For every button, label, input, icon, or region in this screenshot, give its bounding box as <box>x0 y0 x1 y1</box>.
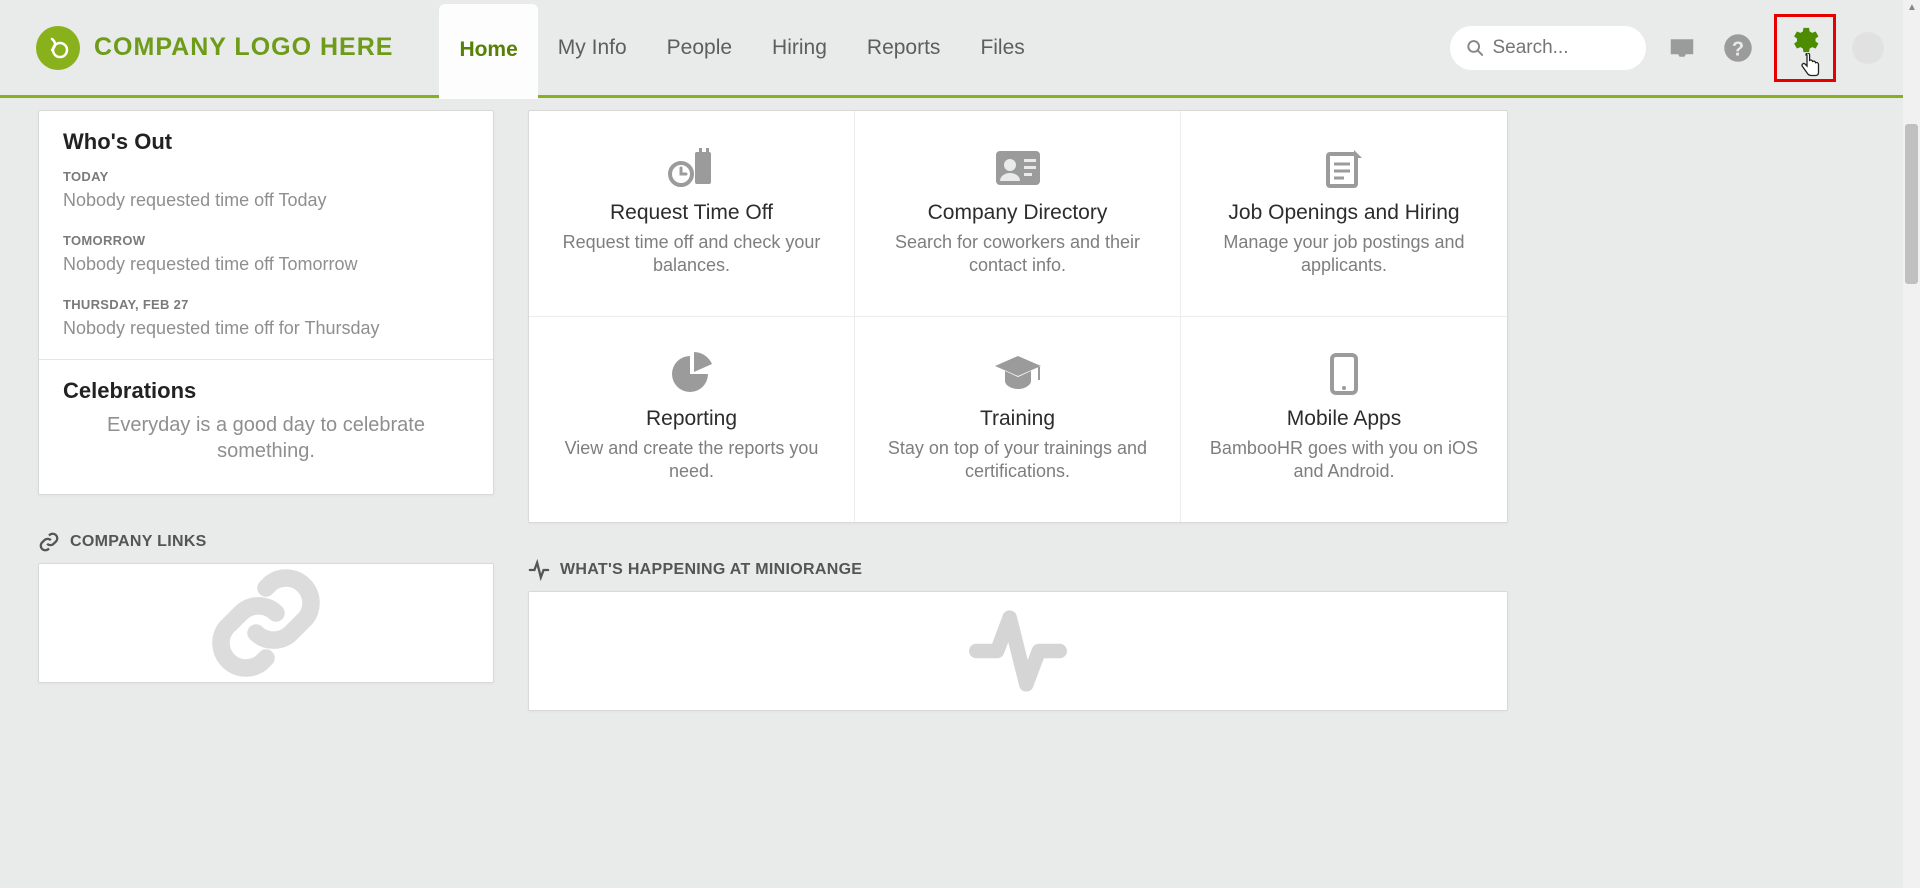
day-text-tomorrow: Nobody requested time off Tomorrow <box>63 254 469 275</box>
graduation-cap-icon <box>993 354 1043 394</box>
nav-reports[interactable]: Reports <box>847 0 961 95</box>
left-column: Who's Out TODAY Nobody requested time of… <box>38 110 494 711</box>
settings-button-highlighted[interactable] <box>1774 14 1836 82</box>
action-title: Mobile Apps <box>1207 407 1481 431</box>
action-title: Training <box>881 407 1154 431</box>
whos-out-widget: Who's Out TODAY Nobody requested time of… <box>39 111 493 359</box>
right-column: Request Time Off Request time off and ch… <box>528 110 1508 711</box>
nav-hiring[interactable]: Hiring <box>752 0 847 95</box>
page-content: Who's Out TODAY Nobody requested time of… <box>0 98 1920 711</box>
nav-my-info[interactable]: My Info <box>538 0 647 95</box>
action-mobile-apps[interactable]: Mobile Apps BambooHR goes with you on iO… <box>1181 317 1507 522</box>
pie-chart-icon <box>670 352 714 396</box>
user-avatar[interactable] <box>1852 32 1884 64</box>
inbox-icon <box>1667 33 1697 63</box>
logo-mark-icon <box>36 26 80 70</box>
activity-icon <box>528 559 550 581</box>
whats-happening-header: WHAT'S HAPPENING AT MINIORANGE <box>528 559 1508 581</box>
day-label-thursday: THURSDAY, FEB 27 <box>63 297 469 312</box>
action-desc: BambooHR goes with you on iOS and Androi… <box>1207 437 1481 484</box>
day-text-today: Nobody requested time off Today <box>63 190 469 211</box>
company-logo[interactable]: COMPANY LOGO HERE <box>36 26 393 70</box>
sidebar-card: Who's Out TODAY Nobody requested time of… <box>38 110 494 495</box>
scrollbar-thumb[interactable] <box>1905 124 1918 284</box>
action-desc: Stay on top of your trainings and certif… <box>881 437 1154 484</box>
main-nav: Home My Info People Hiring Reports Files <box>439 0 1044 95</box>
mobile-icon <box>1329 352 1359 396</box>
whos-out-title: Who's Out <box>63 129 469 155</box>
celebrations-title: Celebrations <box>63 378 469 404</box>
action-company-directory[interactable]: Company Directory Search for coworkers a… <box>855 111 1181 317</box>
page-header: COMPANY LOGO HERE Home My Info People Hi… <box>0 0 1920 98</box>
company-links-card[interactable] <box>38 563 494 683</box>
inbox-button[interactable] <box>1662 28 1702 68</box>
company-links-header: COMPANY LINKS <box>38 531 494 553</box>
quick-actions-grid: Request Time Off Request time off and ch… <box>528 110 1508 523</box>
nav-files[interactable]: Files <box>960 0 1044 95</box>
action-title: Reporting <box>555 407 828 431</box>
action-desc: Search for coworkers and their contact i… <box>881 231 1154 278</box>
day-label-tomorrow: TOMORROW <box>63 233 469 248</box>
whats-happening-label: WHAT'S HAPPENING AT MINIORANGE <box>560 561 862 579</box>
action-training[interactable]: Training Stay on top of your trainings a… <box>855 317 1181 522</box>
company-links-label: COMPANY LINKS <box>70 533 207 551</box>
action-reporting[interactable]: Reporting View and create the reports yo… <box>529 317 855 522</box>
help-button[interactable]: ? <box>1718 28 1758 68</box>
scroll-arrow-up-icon[interactable]: ▲ <box>1907 2 1917 13</box>
whats-happening-card[interactable] <box>528 591 1508 711</box>
nav-people[interactable]: People <box>647 0 752 95</box>
link-icon <box>38 531 60 553</box>
window-scrollbar[interactable]: ▲ <box>1903 0 1920 888</box>
directory-icon <box>994 149 1042 187</box>
logo-text: COMPANY LOGO HERE <box>94 33 393 62</box>
svg-text:?: ? <box>1732 38 1744 60</box>
cursor-hand-icon <box>1797 53 1823 83</box>
header-actions: ? <box>1450 14 1884 82</box>
action-desc: Manage your job postings and applicants. <box>1207 231 1481 278</box>
search-box[interactable] <box>1450 26 1646 70</box>
action-request-time-off[interactable]: Request Time Off Request time off and ch… <box>529 111 855 317</box>
activity-large-icon <box>953 601 1083 701</box>
search-icon <box>1466 37 1484 59</box>
action-desc: Request time off and check your balances… <box>555 231 828 278</box>
action-title: Job Openings and Hiring <box>1207 201 1481 225</box>
day-text-thursday: Nobody requested time off for Thursday <box>63 318 469 339</box>
gear-icon <box>1788 23 1822 57</box>
link-large-icon <box>206 563 326 683</box>
search-input[interactable] <box>1492 37 1630 59</box>
action-title: Company Directory <box>881 201 1154 225</box>
job-openings-icon <box>1322 146 1366 190</box>
action-title: Request Time Off <box>555 201 828 225</box>
nav-home[interactable]: Home <box>439 4 537 99</box>
celebrations-text: Everyday is a good day to celebrate some… <box>63 412 469 464</box>
celebrations-widget: Celebrations Everyday is a good day to c… <box>39 360 493 494</box>
time-off-icon <box>667 146 717 190</box>
help-icon: ? <box>1723 33 1753 63</box>
action-job-openings[interactable]: Job Openings and Hiring Manage your job … <box>1181 111 1507 317</box>
day-label-today: TODAY <box>63 169 469 184</box>
action-desc: View and create the reports you need. <box>555 437 828 484</box>
